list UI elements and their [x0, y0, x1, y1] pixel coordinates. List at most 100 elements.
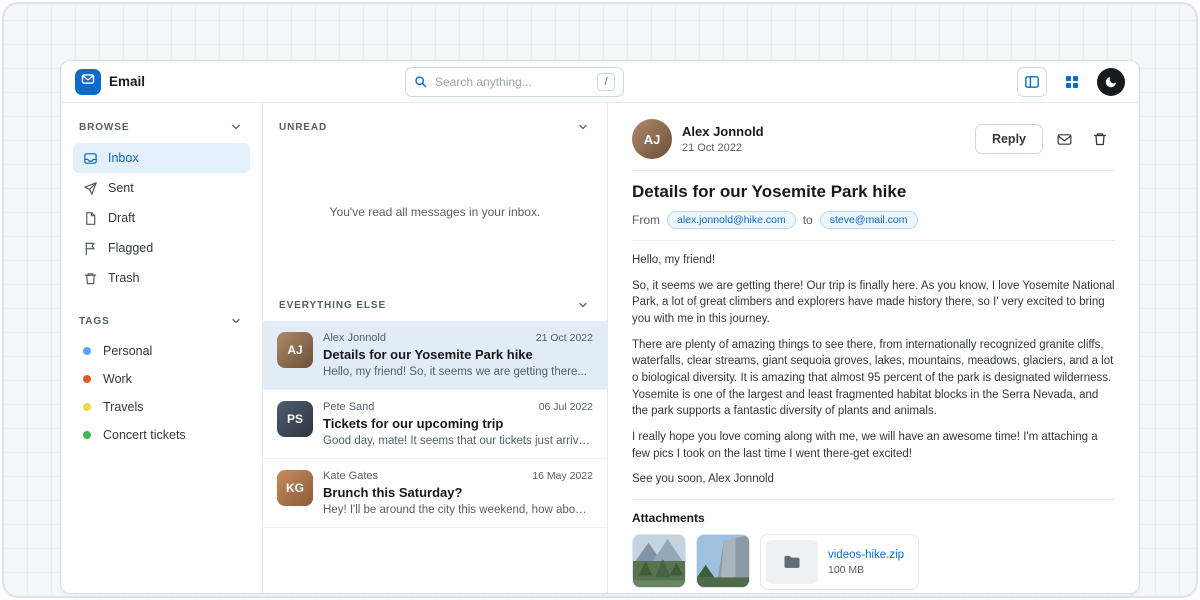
message-title: Details for our Yosemite Park hike	[323, 347, 593, 362]
app-title: Email	[109, 74, 145, 89]
moon-icon	[1104, 75, 1118, 89]
attachment-photo-valley[interactable]	[632, 534, 686, 588]
sidebar-item-label: Draft	[108, 211, 135, 225]
sidebar-item-trash[interactable]: Trash	[73, 263, 250, 293]
send-icon	[83, 181, 98, 196]
everything-else-label: Everything else	[279, 300, 386, 311]
sidebar-spacer	[73, 293, 250, 311]
email-paragraph: I really hope you love coming along with…	[632, 429, 1115, 462]
email-paragraph: There are plenty of amazing things to se…	[632, 337, 1115, 420]
brand: Email	[75, 69, 405, 95]
email-date: 21 Oct 2022	[682, 142, 764, 154]
tag-label: Travels	[103, 400, 144, 414]
layout-toggle-button[interactable]	[1017, 67, 1047, 97]
tag-item-personal[interactable]: Personal	[73, 337, 250, 365]
attachment-file-card[interactable]: videos-hike.zip 100 MB	[760, 534, 919, 590]
email-body: Hello, my friend! So, it seems we are ge…	[632, 252, 1115, 488]
avatar: KG	[277, 470, 313, 506]
from-label: From	[632, 213, 660, 227]
search-input[interactable]	[435, 75, 590, 89]
file-info: videos-hike.zip 100 MB	[828, 549, 904, 576]
divider	[632, 240, 1115, 241]
to-email-chip[interactable]: steve@mail.com	[820, 211, 918, 229]
message-sender: Pete Sand	[323, 401, 374, 413]
message-sender: Alex Jonnold	[323, 332, 386, 344]
email-paragraph: Hello, my friend!	[632, 252, 1115, 269]
tag-label: Work	[103, 372, 132, 386]
app-body: Browse Inbox Sent	[61, 103, 1139, 593]
email-logo	[75, 69, 101, 95]
search-bar: /	[405, 67, 624, 97]
unread-empty-state: You've read all messages in your inbox.	[263, 143, 607, 281]
message-snippet: Good day, mate! It seems that our ticket…	[323, 435, 593, 447]
tag-label: Personal	[103, 344, 152, 358]
email-subject: Details for our Yosemite Park hike	[632, 182, 1115, 202]
message-content: Alex Jonnold 21 Oct 2022 Details for our…	[323, 332, 593, 378]
draft-icon	[83, 211, 98, 226]
sidebar-item-label: Flagged	[108, 241, 153, 255]
tag-color-dot	[83, 375, 91, 383]
avatar: AJ	[277, 332, 313, 368]
tag-color-dot	[83, 431, 91, 439]
tags-label: Tags	[79, 316, 110, 327]
email-detail-pane: AJ Alex Jonnold 21 Oct 2022 Reply	[608, 103, 1139, 593]
sidebar-item-sent[interactable]: Sent	[73, 173, 250, 203]
forward-mail-button[interactable]	[1049, 124, 1079, 154]
message-list-item[interactable]: AJ Alex Jonnold 21 Oct 2022 Details for …	[263, 321, 607, 390]
flag-icon	[83, 241, 98, 256]
grid-icon	[1064, 74, 1080, 90]
to-label: to	[803, 213, 813, 227]
file-name-link[interactable]: videos-hike.zip	[828, 549, 904, 561]
message-list-item[interactable]: KG Kate Gates 16 May 2022 Brunch this Sa…	[263, 459, 607, 528]
email-actions: Reply	[975, 124, 1115, 154]
divider	[632, 170, 1115, 171]
search-icon	[414, 75, 428, 89]
sidebar-item-label: Inbox	[108, 151, 139, 165]
sidebar-item-label: Trash	[108, 271, 140, 285]
envelope-logo-icon	[81, 72, 95, 91]
tag-item-concert-tickets[interactable]: Concert tickets	[73, 421, 250, 449]
email-detail-header: AJ Alex Jonnold 21 Oct 2022 Reply	[632, 119, 1115, 159]
sender-name: Alex Jonnold	[682, 124, 764, 139]
avatar: PS	[277, 401, 313, 437]
sidebar: Browse Inbox Sent	[61, 103, 263, 593]
chevron-down-icon	[577, 299, 589, 311]
attachments-row: videos-hike.zip 100 MB	[632, 534, 1115, 590]
everything-else-collapse-button[interactable]	[575, 297, 591, 313]
tag-label: Concert tickets	[103, 428, 186, 442]
folder-icon	[766, 540, 818, 584]
sender-info: Alex Jonnold 21 Oct 2022	[682, 124, 764, 154]
message-date: 16 May 2022	[532, 470, 593, 482]
email-paragraph: So, it seems we are getting there! Our t…	[632, 278, 1115, 328]
tags-collapse-button[interactable]	[228, 313, 244, 329]
unread-collapse-button[interactable]	[575, 119, 591, 135]
tag-item-work[interactable]: Work	[73, 365, 250, 393]
browse-collapse-button[interactable]	[228, 119, 244, 135]
message-snippet: Hey! I'll be around the city this weeken…	[323, 504, 593, 516]
from-email-chip[interactable]: alex.jonnold@hike.com	[667, 211, 796, 229]
app-header: Email /	[61, 61, 1139, 103]
reply-button[interactable]: Reply	[975, 124, 1043, 154]
chevron-down-icon	[230, 315, 242, 327]
sidebar-item-label: Sent	[108, 181, 134, 195]
divider	[632, 499, 1115, 500]
inbox-icon	[83, 151, 98, 166]
message-title: Tickets for our upcoming trip	[323, 416, 593, 431]
email-app-window: Email /	[60, 60, 1140, 594]
sidebar-layout-icon	[1024, 74, 1040, 90]
dark-mode-toggle-button[interactable]	[1097, 68, 1125, 96]
tag-item-travels[interactable]: Travels	[73, 393, 250, 421]
search-shortcut-badge: /	[597, 73, 615, 91]
sidebar-item-draft[interactable]: Draft	[73, 203, 250, 233]
tag-color-dot	[83, 403, 91, 411]
message-sender: Kate Gates	[323, 470, 378, 482]
message-list-item[interactable]: PS Pete Sand 06 Jul 2022 Tickets for our…	[263, 390, 607, 459]
message-date: 21 Oct 2022	[536, 332, 593, 344]
sidebar-item-flagged[interactable]: Flagged	[73, 233, 250, 263]
attachment-photo-cliff[interactable]	[696, 534, 750, 588]
sidebar-item-inbox[interactable]: Inbox	[73, 143, 250, 173]
apps-grid-button[interactable]	[1057, 67, 1087, 97]
file-size: 100 MB	[828, 564, 904, 576]
delete-mail-button[interactable]	[1085, 124, 1115, 154]
trash-icon	[83, 271, 98, 286]
